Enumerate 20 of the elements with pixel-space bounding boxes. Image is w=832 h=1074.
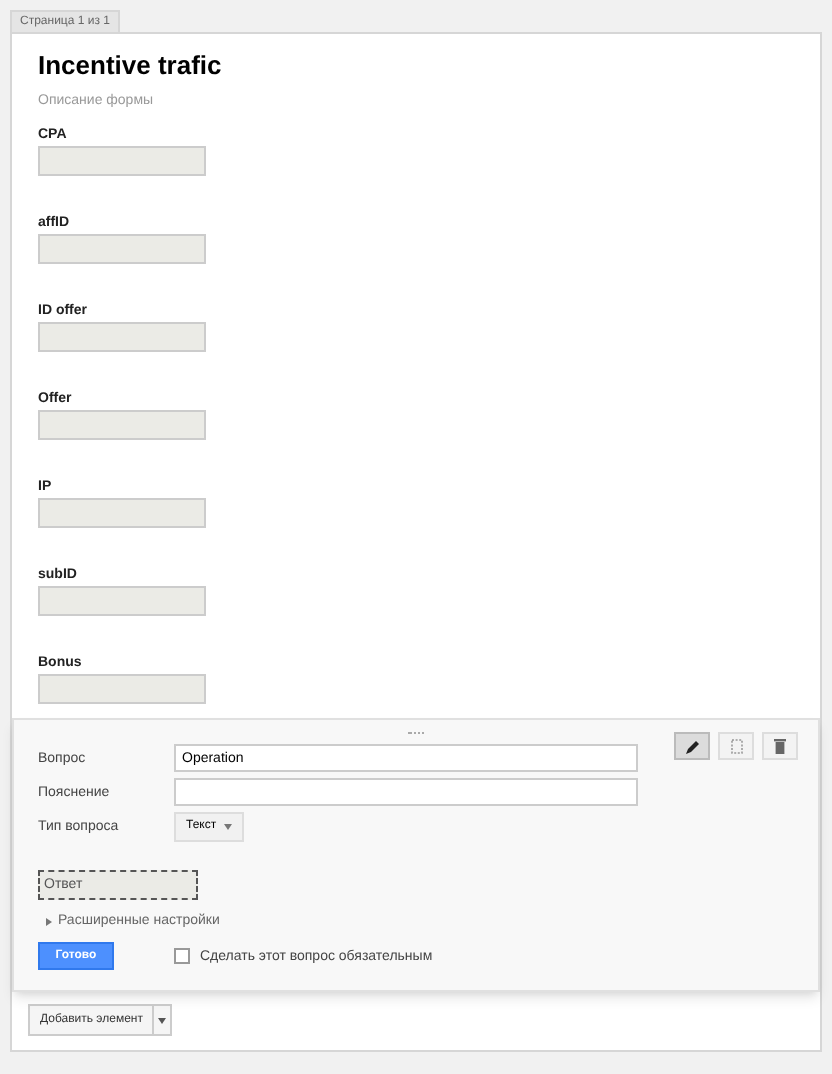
edit-button[interactable]	[674, 732, 710, 760]
input-field[interactable]	[174, 778, 638, 806]
answer-field[interactable]	[38, 234, 206, 264]
delete-button[interactable]	[762, 732, 798, 760]
trash-icon	[774, 738, 786, 754]
answer-field[interactable]	[38, 410, 206, 440]
dropdown-button[interactable]	[154, 1004, 173, 1036]
required-checkbox[interactable]	[174, 948, 190, 964]
answer-field[interactable]	[38, 586, 206, 616]
form-title: Incentive trafic	[38, 50, 224, 82]
caret-icon	[224, 824, 233, 830]
answer-field[interactable]	[38, 498, 206, 528]
answer-field[interactable]	[38, 322, 206, 352]
pencil-icon	[685, 739, 699, 753]
expand-arrow-icon	[46, 917, 52, 925]
copy-icon	[729, 738, 743, 754]
answer-field[interactable]	[38, 146, 206, 176]
caret-icon	[158, 1017, 167, 1023]
answer-field[interactable]	[38, 674, 206, 704]
drag-handle-icon[interactable]	[408, 732, 424, 736]
